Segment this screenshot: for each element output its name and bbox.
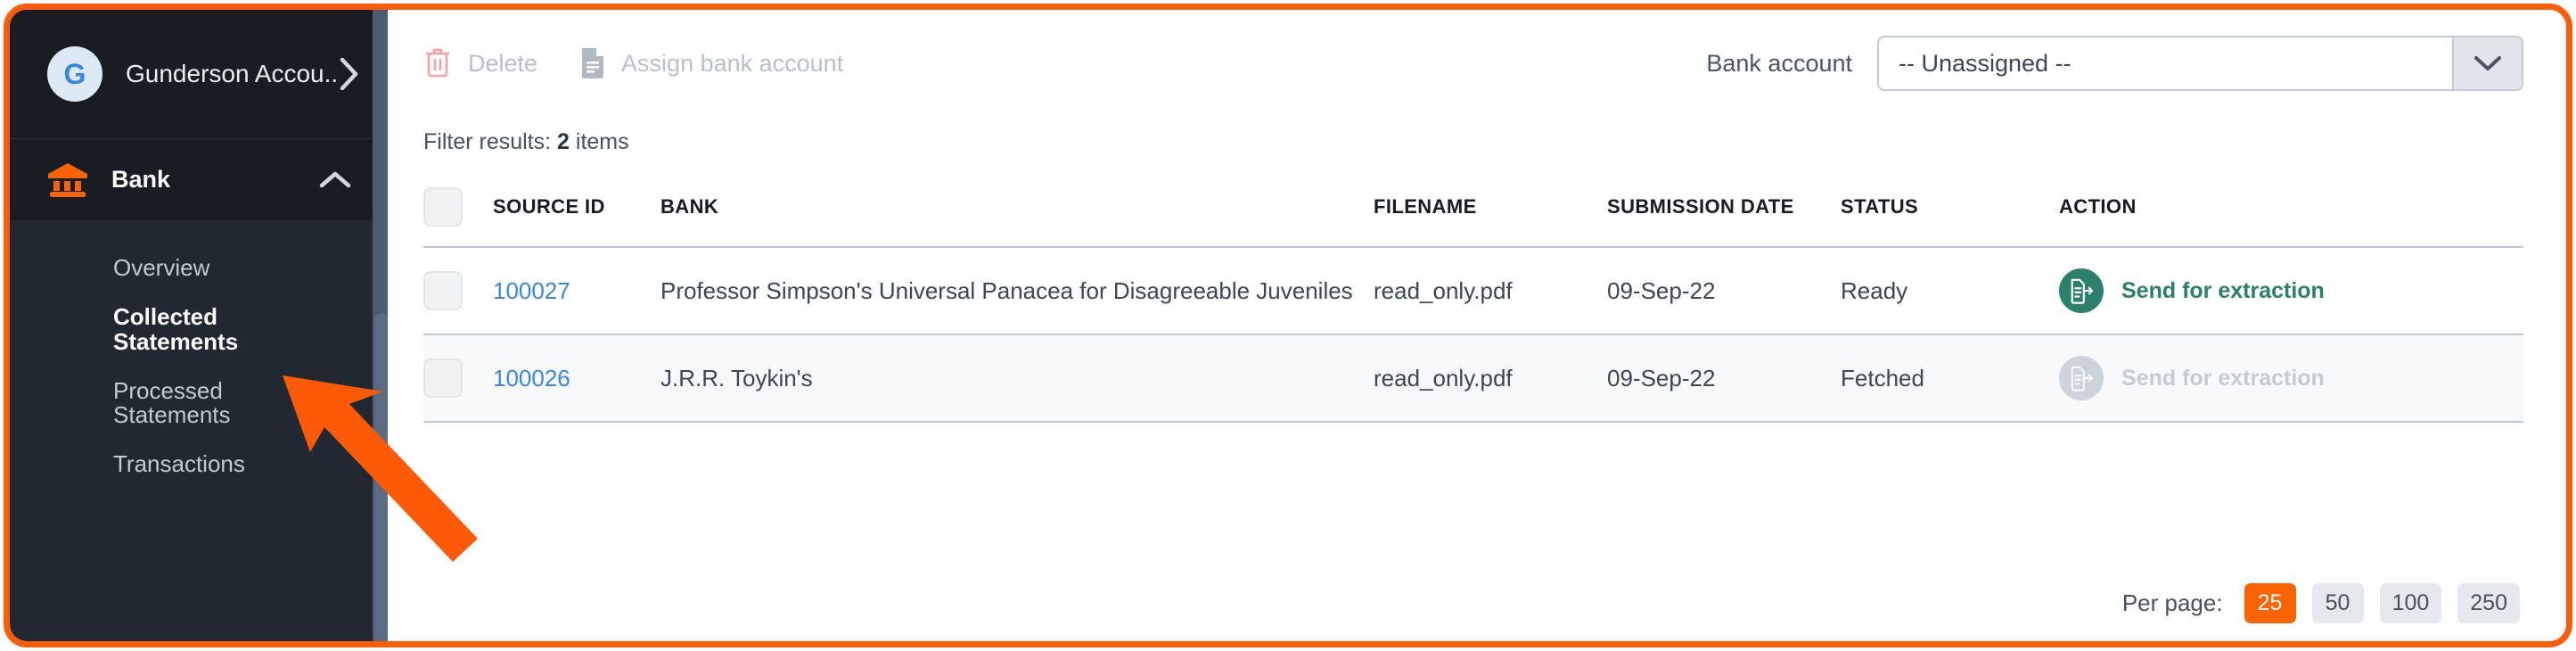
cell-status: Ready (1841, 276, 1908, 304)
page-size-100[interactable]: 100 (2379, 583, 2442, 623)
sidebar-subnav: Overview Collected Statements Processed … (10, 220, 388, 490)
delete-label: Delete (468, 49, 538, 77)
column-source-id[interactable]: SOURCE ID (493, 178, 660, 247)
column-bank[interactable]: BANK (660, 178, 1374, 247)
send-for-extraction-button[interactable]: Send for extraction (2059, 268, 2325, 313)
row-checkbox[interactable] (423, 271, 463, 310)
page-size-250[interactable]: 250 (2457, 583, 2520, 623)
row-checkbox[interactable] (423, 358, 463, 398)
cell-source-id: 100026 (493, 334, 660, 422)
sidebar-scrollbar[interactable] (373, 10, 388, 641)
app-window: G Gunderson Accou... Bank Overview Colle… (4, 4, 2572, 647)
trash-icon (423, 46, 452, 81)
table-row[interactable]: 100027 Professor Simpson's Universal Pan… (423, 247, 2523, 334)
bank-account-select[interactable]: -- Unassigned -- (1877, 36, 2523, 91)
cell-source-id: 100027 (493, 247, 660, 334)
bank-account-label: Bank account (1706, 49, 1852, 77)
statements-table-wrap: SOURCE ID BANK FILENAME SUBMISSION DATE … (388, 178, 2566, 423)
sidebar: G Gunderson Accou... Bank Overview Colle… (10, 10, 388, 641)
sidebar-section-label: Bank (111, 166, 171, 193)
filter-results-suffix: items (575, 129, 629, 154)
cell-status: Fetched (1841, 364, 1924, 391)
bank-account-filter: Bank account -- Unassigned -- (1706, 36, 2523, 91)
sidebar-section-bank[interactable]: Bank (10, 138, 388, 220)
table-header: SOURCE ID BANK FILENAME SUBMISSION DATE … (423, 178, 2523, 247)
pagination: Per page: 25 50 100 250 (2122, 583, 2520, 623)
bank-account-value: -- Unassigned -- (1899, 49, 2071, 77)
select-all-checkbox[interactable] (423, 187, 463, 227)
select-all-cell (423, 178, 493, 247)
table-row[interactable]: 100026 J.R.R. Toykin's read_only.pdf 09-… (423, 334, 2523, 422)
page-size-50[interactable]: 50 (2311, 583, 2364, 623)
row-select-cell (423, 247, 493, 334)
chevron-up-icon[interactable] (318, 169, 352, 191)
send-for-extraction-button: Send for extraction (2059, 356, 2325, 400)
toolbar: Delete Assign bank account Bank account (388, 10, 2566, 117)
cell-action: Send for extraction (2059, 247, 2523, 334)
sidebar-item-overview[interactable]: Overview (10, 243, 388, 293)
source-id-link[interactable]: 100027 (493, 277, 570, 304)
avatar: G (47, 46, 103, 102)
send-document-icon (2059, 268, 2104, 313)
table-header-row: SOURCE ID BANK FILENAME SUBMISSION DATE … (423, 178, 2523, 247)
cell-submission-date: 09-Sep-22 (1607, 276, 1716, 304)
sidebar-item-processed-statements[interactable]: Processed Statements (10, 367, 388, 441)
source-id-link[interactable]: 100026 (493, 365, 570, 391)
filter-results: Filter results: 2 items (388, 117, 2566, 178)
statements-table: SOURCE ID BANK FILENAME SUBMISSION DATE … (423, 178, 2523, 423)
sidebar-item-collected-statements[interactable]: Collected Statements (10, 293, 388, 367)
column-status[interactable]: STATUS (1841, 178, 2059, 247)
send-document-icon (2059, 356, 2104, 400)
filter-results-count: 2 (557, 129, 570, 154)
main-content: Delete Assign bank account Bank account (388, 10, 2566, 641)
send-for-extraction-label: Send for extraction (2121, 365, 2325, 391)
cell-action: Send for extraction (2059, 334, 2523, 422)
filter-results-prefix: Filter results: (423, 129, 552, 154)
cell-filename: read_only.pdf (1374, 276, 1513, 304)
column-action[interactable]: ACTION (2059, 178, 2523, 247)
cell-bank: Professor Simpson's Universal Panacea fo… (660, 276, 1353, 304)
table-body: 100027 Professor Simpson's Universal Pan… (423, 247, 2523, 422)
chevron-down-icon[interactable] (2452, 37, 2522, 89)
per-page-label: Per page: (2121, 589, 2223, 616)
assign-bank-account-label: Assign bank account (621, 49, 844, 77)
assign-bank-account-button[interactable]: Assign bank account (580, 46, 843, 81)
page-size-25[interactable]: 25 (2244, 583, 2296, 623)
sidebar-scrollbar-thumb[interactable] (374, 313, 388, 641)
delete-button[interactable]: Delete (423, 46, 537, 81)
send-for-extraction-label: Send for extraction (2121, 277, 2325, 303)
sidebar-item-transactions[interactable]: Transactions (10, 440, 388, 489)
account-switcher[interactable]: G Gunderson Accou... (10, 10, 388, 138)
cell-filename: read_only.pdf (1374, 364, 1513, 391)
cell-submission-date: 09-Sep-22 (1607, 364, 1716, 391)
row-select-cell (423, 334, 493, 422)
cell-bank: J.R.R. Toykin's (660, 364, 813, 391)
column-submission-date[interactable]: SUBMISSION DATE (1607, 178, 1841, 247)
document-icon (580, 46, 605, 81)
chevron-right-icon[interactable] (338, 56, 361, 92)
bank-icon (47, 162, 88, 198)
account-name: Gunderson Accou... (126, 60, 338, 87)
column-filename[interactable]: FILENAME (1374, 178, 1607, 247)
